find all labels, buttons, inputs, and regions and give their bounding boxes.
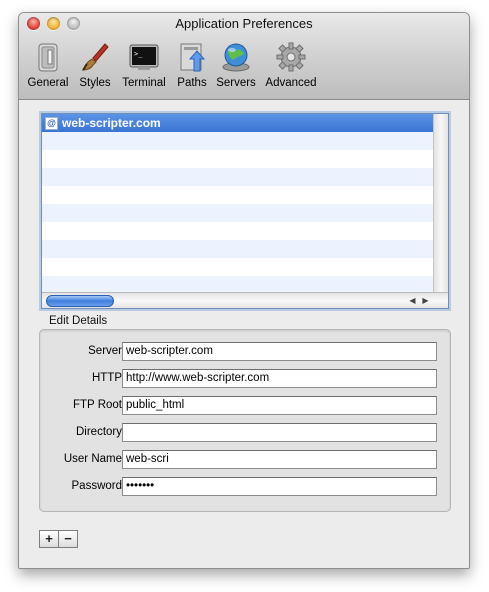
server-list-item-label: web-scripter.com <box>62 116 161 130</box>
password-row: Password ••••••• <box>40 477 450 499</box>
list-item-empty[interactable] <box>42 132 434 150</box>
horizontal-scrollbar[interactable]: ◀ ▶ <box>42 292 448 308</box>
vertical-scrollbar[interactable] <box>433 114 448 292</box>
remove-server-button[interactable]: − <box>58 530 78 548</box>
toolbar-general[interactable]: General <box>27 41 69 93</box>
paths-upload-icon <box>176 41 208 73</box>
server-list[interactable]: @ web-scripter.com ◀ ▶ <box>41 113 449 309</box>
toolbar-styles[interactable]: Styles <box>75 41 115 93</box>
user-name-field[interactable]: web-scri <box>122 450 437 469</box>
directory-label: Directory <box>75 426 122 438</box>
directory-field[interactable] <box>122 423 437 442</box>
toolbar-paths[interactable]: Paths <box>173 41 211 93</box>
gear-icon <box>275 41 307 73</box>
user-name-row: User Name web-scri <box>40 450 450 472</box>
general-switch-icon <box>32 41 64 73</box>
toolbar-paths-label: Paths <box>177 77 207 89</box>
terminal-icon: >_ <box>128 41 160 73</box>
preferences-window: Application Preferences General Styles >… <box>18 12 470 569</box>
scroll-left-arrow-icon[interactable]: ◀ <box>406 294 419 307</box>
window-title: Application Preferences <box>175 16 313 31</box>
toolbar-servers[interactable]: Servers <box>215 41 257 93</box>
password-field[interactable]: ••••••• <box>122 477 437 496</box>
server-row: Server web-scripter.com <box>40 342 450 364</box>
http-label: HTTP <box>91 372 122 384</box>
ftp-root-field[interactable]: public_html <box>122 396 437 415</box>
toolbar-styles-label: Styles <box>79 77 111 89</box>
http-field[interactable]: http://www.web-scripter.com <box>122 369 437 388</box>
ftp-root-row: FTP Root public_html <box>40 396 450 418</box>
toolbar-advanced[interactable]: Advanced <box>263 41 319 93</box>
list-item[interactable]: @ web-scripter.com <box>42 114 434 132</box>
server-label: Server <box>88 345 122 357</box>
list-item-empty[interactable] <box>42 204 434 222</box>
password-label: Password <box>71 480 123 492</box>
title-toolbar-bar: Application Preferences General Styles >… <box>19 13 469 100</box>
toolbar-terminal[interactable]: >_ Terminal <box>119 41 169 93</box>
scroll-right-arrow-icon[interactable]: ▶ <box>419 294 432 307</box>
server-list-rows: @ web-scripter.com <box>42 114 434 294</box>
paintbrush-icon <box>79 41 111 73</box>
list-item-empty[interactable] <box>42 222 434 240</box>
server-field[interactable]: web-scripter.com <box>122 342 437 361</box>
toolbar-servers-label: Servers <box>216 77 256 89</box>
list-item-empty[interactable] <box>42 168 434 186</box>
user-name-label: User Name <box>63 453 122 465</box>
list-item-empty[interactable] <box>42 258 434 276</box>
horizontal-scroll-thumb[interactable] <box>46 295 114 307</box>
at-sign-icon: @ <box>45 117 58 130</box>
toolbar-general-label: General <box>27 77 69 89</box>
list-item-empty[interactable] <box>42 240 434 258</box>
servers-globe-icon <box>220 41 252 73</box>
list-item-empty[interactable] <box>42 150 434 168</box>
directory-row: Directory <box>40 423 450 445</box>
toolbar-advanced-label: Advanced <box>265 77 317 89</box>
http-row: HTTP http://www.web-scripter.com <box>40 369 450 391</box>
scroll-arrows: ◀ ▶ <box>406 294 434 307</box>
ftp-root-label: FTP Root <box>73 399 122 411</box>
svg-text:>_: >_ <box>134 50 143 58</box>
edit-details-heading: Edit Details <box>49 315 108 327</box>
list-item-empty[interactable] <box>42 186 434 204</box>
add-server-button[interactable]: + <box>39 530 59 548</box>
toolbar-terminal-label: Terminal <box>122 77 166 89</box>
edit-details-group: Server web-scripter.com HTTP http://www.… <box>39 329 451 512</box>
